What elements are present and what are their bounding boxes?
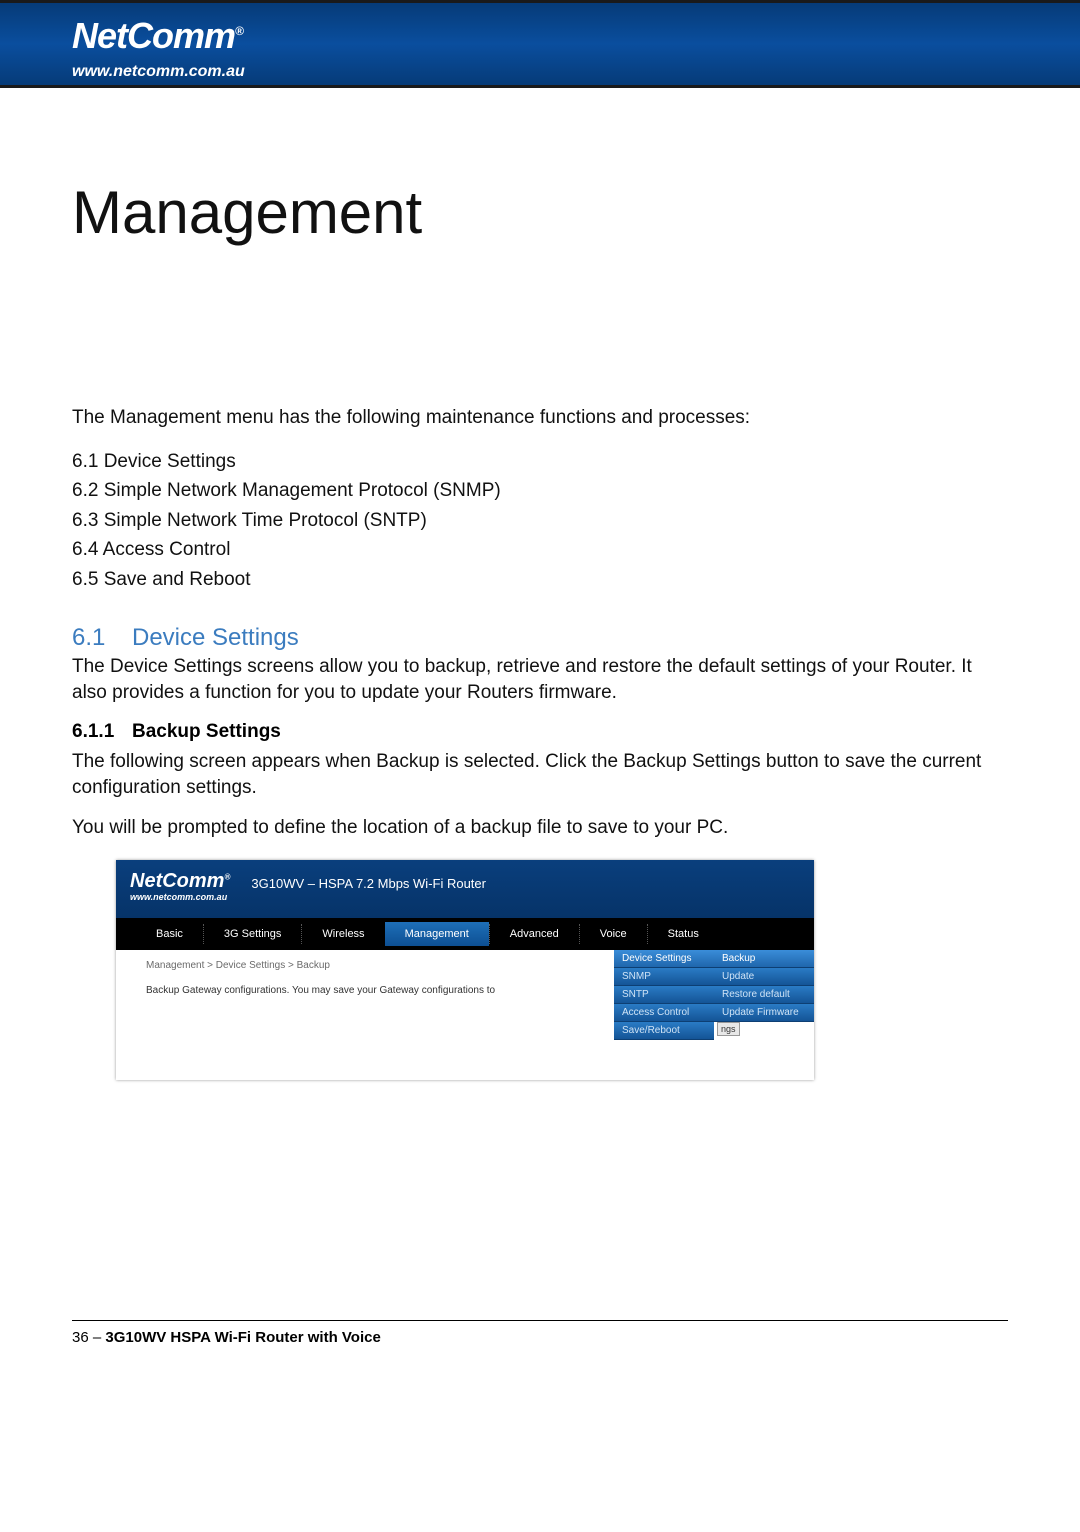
router-submenus: Device Settings SNMP SNTP Access Control… (614, 950, 814, 1080)
router-logo-reg: ® (224, 873, 230, 882)
doc-title: 3G10WV HSPA Wi-Fi Router with Voice (105, 1329, 380, 1346)
tab-voice[interactable]: Voice (579, 924, 647, 944)
toc-item: 6.5 Save and Reboot (72, 565, 1008, 594)
router-logo: NetComm® www.netcomm.com.au (130, 870, 230, 902)
section-6-1-1-p2: You will be prompted to define the locat… (72, 815, 1008, 841)
header-url: www.netcomm.com.au (72, 63, 245, 81)
backup-settings-button[interactable]: ngs (717, 1022, 740, 1036)
toc-item: 6.2 Simple Network Management Protocol (… (72, 476, 1008, 505)
menu-snmp[interactable]: SNMP (614, 968, 714, 986)
router-nav: Basic 3G Settings Wireless Management Ad… (116, 918, 814, 950)
router-model: 3G10WV – HSPA 7.2 Mbps Wi-Fi Router (251, 876, 486, 891)
toc-item: 6.3 Simple Network Time Protocol (SNTP) (72, 506, 1008, 535)
section-6-1-1-heading: 6.1.1Backup Settings (72, 721, 1008, 743)
toc-item: 6.4 Access Control (72, 535, 1008, 564)
tab-advanced[interactable]: Advanced (489, 924, 579, 944)
menu-save-reboot[interactable]: Save/Reboot (614, 1022, 714, 1040)
intro-text: The Management menu has the following ma… (72, 407, 1008, 429)
router-logo-text: NetComm (130, 870, 224, 892)
page-number: 36 – (72, 1329, 105, 1346)
page-header: NetComm® www.netcomm.com.au (0, 0, 1080, 88)
netcomm-logo: NetComm® (72, 15, 243, 57)
section-title: Device Settings (132, 624, 299, 651)
router-content: Management > Device Settings > Backup Ba… (116, 950, 614, 1080)
logo-text: NetComm (72, 15, 235, 56)
menu-access-control[interactable]: Access Control (614, 1004, 714, 1022)
router-body: Management > Device Settings > Backup Ba… (116, 950, 814, 1080)
tab-3g-settings[interactable]: 3G Settings (203, 924, 301, 944)
section-number: 6.1 (72, 624, 132, 652)
menu-device-settings[interactable]: Device Settings (614, 950, 714, 968)
router-menu-col2: Backup Update Restore default Update Fir… (714, 950, 814, 1080)
router-screenshot: NetComm® www.netcomm.com.au 3G10WV – HSP… (116, 860, 814, 1080)
tab-status[interactable]: Status (647, 924, 719, 944)
section-6-1-heading: 6.1Device Settings (72, 624, 1008, 652)
subsection-number: 6.1.1 (72, 721, 132, 743)
subsection-title: Backup Settings (132, 721, 281, 742)
page-title: Management (72, 178, 1008, 247)
logo-reg: ® (235, 24, 243, 38)
tab-basic[interactable]: Basic (136, 924, 203, 944)
router-header: NetComm® www.netcomm.com.au 3G10WV – HSP… (116, 860, 814, 918)
submenu-update-firmware[interactable]: Update Firmware (714, 1004, 814, 1022)
tab-management[interactable]: Management (385, 922, 489, 946)
tab-wireless[interactable]: Wireless (301, 924, 384, 944)
router-menu-col1: Device Settings SNMP SNTP Access Control… (614, 950, 714, 1080)
section-6-1-1-p1: The following screen appears when Backup… (72, 749, 1008, 800)
router-url: www.netcomm.com.au (130, 892, 230, 902)
menu-sntp[interactable]: SNTP (614, 986, 714, 1004)
router-description: Backup Gateway configurations. You may s… (146, 985, 602, 996)
toc-list: 6.1 Device Settings 6.2 Simple Network M… (72, 447, 1008, 594)
page-footer: 36 – 3G10WV HSPA Wi-Fi Router with Voice (72, 1320, 1008, 1346)
section-6-1-text: The Device Settings screens allow you to… (72, 654, 1008, 705)
router-breadcrumb: Management > Device Settings > Backup (146, 960, 602, 971)
toc-item: 6.1 Device Settings (72, 447, 1008, 476)
submenu-restore-default[interactable]: Restore default (714, 986, 814, 1004)
submenu-backup[interactable]: Backup (714, 950, 814, 968)
submenu-update[interactable]: Update (714, 968, 814, 986)
